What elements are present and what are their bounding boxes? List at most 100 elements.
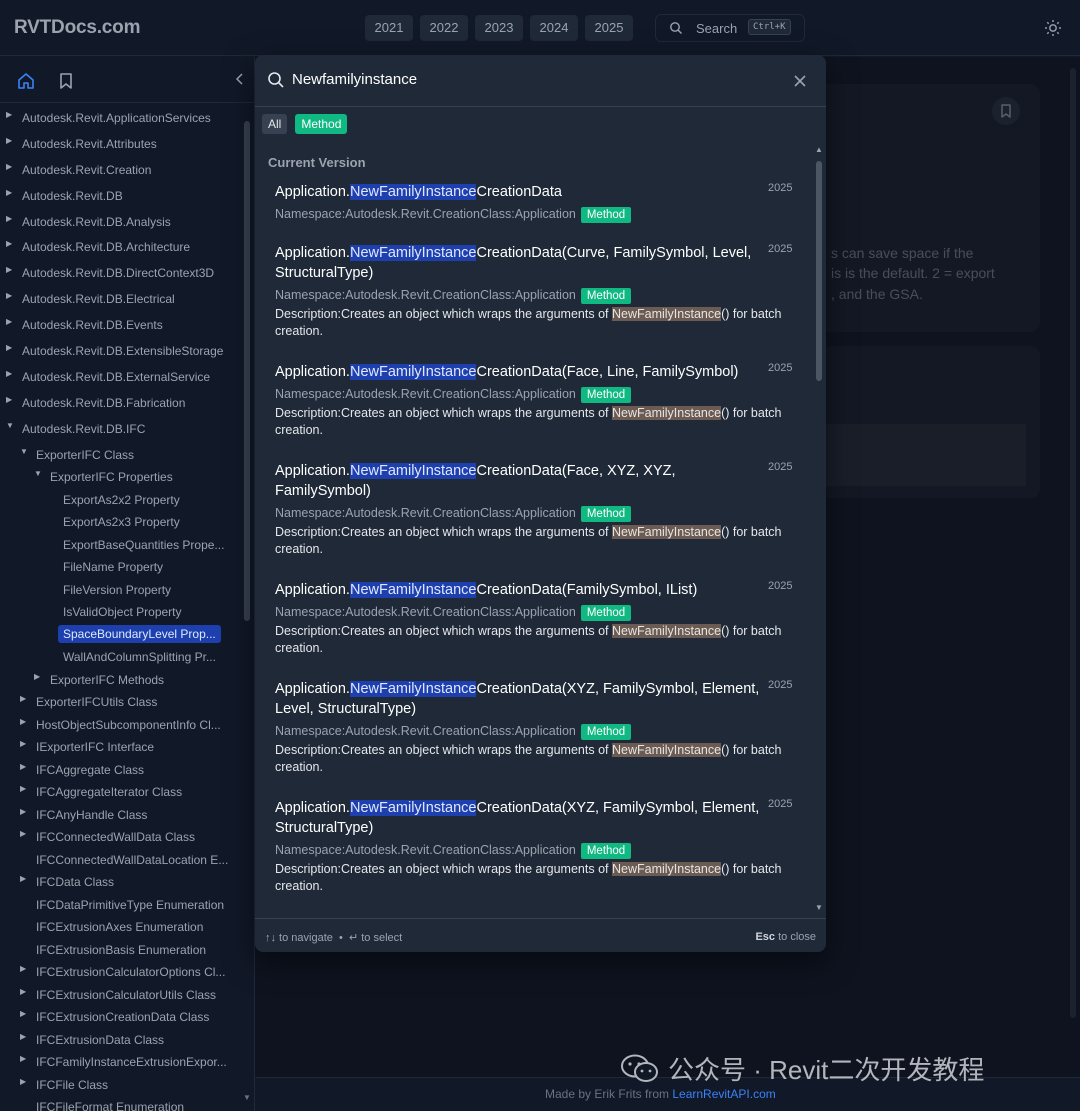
tree-item[interactable]: ▶ IFCExtrusionCalculatorUtils Class (0, 984, 242, 1007)
search-result[interactable]: Application.NewFamilyInstanceCreationDat… (275, 243, 800, 340)
caret-right-icon[interactable]: ▶ (34, 672, 40, 681)
caret-down-icon[interactable]: ▼ (20, 447, 28, 456)
caret-down-icon[interactable]: ▼ (34, 469, 42, 478)
tree-item[interactable]: ▶ IFCFile Class (0, 1074, 242, 1097)
tree-item[interactable]: ▶ Autodesk.Revit.DB.DirectContext3D (0, 262, 242, 288)
search-result[interactable]: Application.NewFamilyInstanceCreationDat… (275, 679, 800, 776)
tree-item[interactable]: ▶ IFCAggregate Class (0, 759, 242, 782)
filter-method[interactable]: Method (295, 114, 348, 134)
tree-item[interactable]: ExportAs2x3 Property (0, 511, 242, 534)
caret-right-icon[interactable]: ▶ (20, 874, 26, 883)
search-result[interactable]: Application.NewFamilyInstanceCreationDat… (275, 580, 800, 657)
year-button-2022[interactable]: 2022 (420, 15, 468, 41)
caret-right-icon[interactable]: ▶ (6, 343, 12, 352)
tree-item[interactable]: IsValidObject Property (0, 601, 242, 624)
tree-item[interactable]: ExportAs2x2 Property (0, 489, 242, 512)
caret-down-icon[interactable]: ▼ (6, 421, 14, 430)
year-button-2024[interactable]: 2024 (530, 15, 578, 41)
caret-right-icon[interactable]: ▶ (6, 317, 12, 326)
site-logo[interactable]: RVTDocs.com (14, 17, 140, 39)
tree-item[interactable]: ▶ Autodesk.Revit.DB.Analysis (0, 211, 242, 237)
tree-item[interactable]: ▼ ExporterIFC Class (0, 444, 242, 467)
caret-right-icon[interactable]: ▶ (20, 1077, 26, 1086)
tree-item[interactable]: FileVersion Property (0, 579, 242, 602)
tree-item[interactable]: ▶ Autodesk.Revit.ApplicationServices (0, 107, 242, 133)
caret-right-icon[interactable]: ▶ (20, 1032, 26, 1041)
year-button-2025[interactable]: 2025 (585, 15, 633, 41)
close-icon[interactable] (791, 72, 809, 90)
tree-item[interactable]: ▶ IFCConnectedWallData Class (0, 826, 242, 849)
scroll-up-arrow[interactable]: ▲ (815, 145, 823, 154)
tree-item[interactable]: ▶ HostObjectSubcomponentInfo Cl... (0, 714, 242, 737)
tree-item[interactable]: ▼ Autodesk.Revit.DB.IFC (0, 418, 242, 444)
results-scrollbar[interactable] (816, 161, 822, 381)
tree-item[interactable]: ▶ IFCExtrusionCreationData Class (0, 1006, 242, 1029)
tree-item[interactable]: IFCExtrusionBasis Enumeration (0, 939, 242, 962)
caret-right-icon[interactable]: ▶ (6, 395, 12, 404)
home-icon[interactable] (14, 69, 38, 93)
tree-item[interactable]: ▶ IExporterIFC Interface (0, 736, 242, 759)
tree-item[interactable]: ▶ IFCExtrusionCalculatorOptions Cl... (0, 961, 242, 984)
search-input[interactable]: Newfamilyinstance (292, 71, 417, 88)
tree-item[interactable]: ▶ Autodesk.Revit.DB.Electrical (0, 288, 242, 314)
footer-link[interactable]: LearnRevitAPI.com (672, 1087, 775, 1101)
tree-item[interactable]: IFCConnectedWallDataLocation E... (0, 849, 242, 872)
tree-item[interactable]: ▶ Autodesk.Revit.DB.ExternalService (0, 366, 242, 392)
tree-item[interactable]: ▶ Autodesk.Revit.DB.Events (0, 314, 242, 340)
bookmark-icon[interactable] (54, 69, 78, 93)
caret-right-icon[interactable]: ▶ (20, 807, 26, 816)
tree-item[interactable]: ▶ IFCAggregateIterator Class (0, 781, 242, 804)
tree-item[interactable]: ▶ IFCData Class (0, 871, 242, 894)
filter-all[interactable]: All (262, 114, 288, 134)
caret-right-icon[interactable]: ▶ (6, 136, 12, 145)
tree-item[interactable]: ▶ Autodesk.Revit.Creation (0, 159, 242, 185)
tree-item[interactable]: ▶ Autodesk.Revit.DB.Architecture (0, 236, 242, 262)
tree-item[interactable]: ▶ Autodesk.Revit.DB.ExtensibleStorage (0, 340, 242, 366)
search-button[interactable]: Search Ctrl+K (655, 14, 805, 42)
tree-item[interactable]: ▶ IFCFamilyInstanceExtrusionExpor... (0, 1051, 242, 1074)
caret-right-icon[interactable]: ▶ (6, 162, 12, 171)
tree-item[interactable]: FileName Property (0, 556, 242, 579)
tree-item[interactable]: ▶ IFCExtrusionData Class (0, 1029, 242, 1052)
caret-right-icon[interactable]: ▶ (6, 265, 12, 274)
search-result[interactable]: Application.NewFamilyInstanceCreationDat… (275, 182, 800, 224)
tree-item[interactable]: ▶ ExporterIFC Methods (0, 669, 242, 692)
caret-right-icon[interactable]: ▶ (20, 964, 26, 973)
caret-right-icon[interactable]: ▶ (20, 717, 26, 726)
caret-right-icon[interactable]: ▶ (6, 239, 12, 248)
tree-item[interactable]: IFCFileFormat Enumeration (0, 1096, 242, 1111)
search-result[interactable]: Application.NewFamilyInstanceCreationDat… (275, 461, 800, 558)
caret-right-icon[interactable]: ▶ (20, 739, 26, 748)
tree-item[interactable]: ▶ IFCAnyHandle Class (0, 804, 242, 827)
caret-right-icon[interactable]: ▶ (6, 110, 12, 119)
tree-item[interactable]: IFCExtrusionAxes Enumeration (0, 916, 242, 939)
scroll-down-arrow[interactable]: ▼ (243, 1093, 251, 1102)
tree-item[interactable]: SpaceBoundaryLevel Prop... (0, 624, 242, 647)
tree-item[interactable]: ExportBaseQuantities Prope... (0, 534, 242, 557)
sun-icon[interactable] (1043, 18, 1063, 38)
caret-right-icon[interactable]: ▶ (6, 188, 12, 197)
caret-right-icon[interactable]: ▶ (20, 784, 26, 793)
search-result[interactable]: Application.NewFamilyInstanceCreationDat… (275, 798, 800, 895)
caret-right-icon[interactable]: ▶ (20, 1054, 26, 1063)
scroll-down-arrow[interactable]: ▼ (815, 903, 823, 912)
tree-item[interactable]: ▶ ExporterIFCUtils Class (0, 691, 242, 714)
search-result[interactable]: Application.NewFamilyInstanceCreationDat… (275, 362, 800, 439)
year-button-2021[interactable]: 2021 (365, 15, 413, 41)
caret-right-icon[interactable]: ▶ (6, 214, 12, 223)
caret-right-icon[interactable]: ▶ (20, 829, 26, 838)
tree-item[interactable]: IFCDataPrimitiveType Enumeration (0, 894, 242, 917)
caret-right-icon[interactable]: ▶ (6, 369, 12, 378)
caret-right-icon[interactable]: ▶ (20, 1009, 26, 1018)
tree-item[interactable]: ▶ Autodesk.Revit.DB.Fabrication (0, 392, 242, 418)
year-button-2023[interactable]: 2023 (475, 15, 523, 41)
caret-right-icon[interactable]: ▶ (20, 762, 26, 771)
sidebar-scrollbar[interactable] (244, 121, 250, 621)
caret-right-icon[interactable]: ▶ (6, 291, 12, 300)
tree-item[interactable]: ▼ ExporterIFC Properties (0, 466, 242, 489)
caret-right-icon[interactable]: ▶ (20, 694, 26, 703)
caret-right-icon[interactable]: ▶ (20, 987, 26, 996)
tree-item[interactable]: ▶ Autodesk.Revit.DB (0, 185, 242, 211)
chevron-left-icon[interactable] (232, 71, 248, 87)
tree-item[interactable]: ▶ Autodesk.Revit.Attributes (0, 133, 242, 159)
